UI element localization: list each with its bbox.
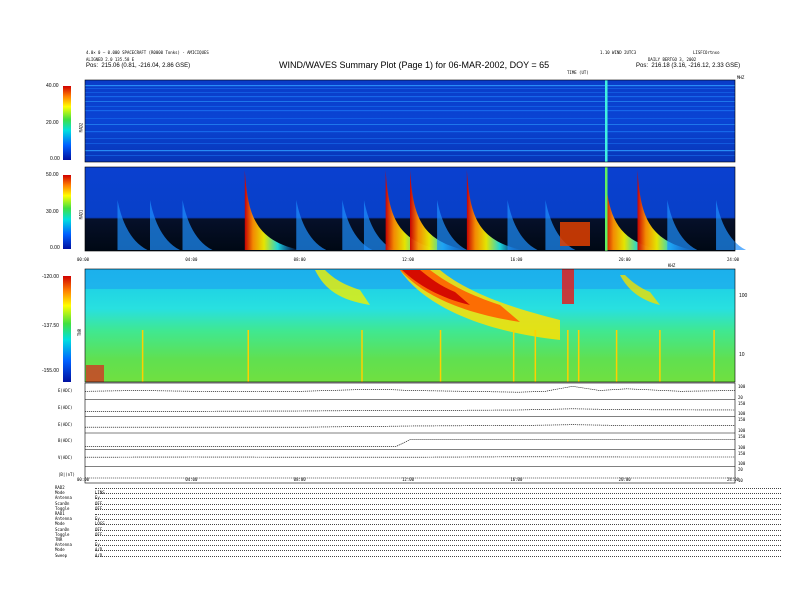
footer-dots [95,545,781,547]
footer-dots [95,519,781,521]
footer-label: Sweep [55,552,68,558]
rad2-line [85,88,735,89]
rad1-cbar-tick-top: 50.00 [46,172,59,178]
x-tick-label: 04:00 [185,257,198,262]
footer-dots [95,524,781,526]
series-right-tick: 150 [738,434,746,439]
footer-dots [95,488,781,489]
x-tick-label: 04:00 [185,477,198,482]
x-tick-label: 16:00 [510,257,523,262]
footer-dots [95,508,781,510]
rad2-line [85,155,735,156]
footer-dots [95,529,781,531]
tnr-low-burst [86,365,104,382]
series-label: E(ADC) [58,405,73,410]
series-right-tick: 150 [738,417,746,423]
rad1-noise-block [560,222,590,246]
tnr-spike [512,330,515,382]
rad2-ylabel: RAD2 [78,122,84,133]
series-right-tick: 100 [738,384,746,389]
tnr-spike [577,330,580,382]
rad2-line [85,96,735,98]
x-tick-label: 12:00 [402,257,415,262]
tnr-cbar-tick-top: -120.00 [42,274,59,280]
x-tick-label: 24:00 [727,257,740,262]
tnr-right-tick-100: 100 [739,293,748,299]
tnr-spike [659,330,661,382]
rad2-line [85,110,735,112]
tnr-spike [247,330,249,382]
tnr-colorbar [63,276,71,382]
rad2-cbar-tick-top: 40.00 [46,83,59,89]
rad2-line [85,124,735,125]
x-tick-label: 00:00 [77,257,90,262]
x-tick-label: 20:00 [618,477,631,482]
tnr-burst [562,269,574,304]
rad2-spike [605,80,608,162]
footer-dots [95,493,781,495]
rad2-line [85,106,735,107]
series-right-tick: 100 [738,461,746,467]
summary-chart [63,79,747,484]
rad1-colorbar [63,175,71,249]
rad2-line [85,118,735,119]
tnr-spike [141,330,144,382]
x-tick-label: 08:00 [293,257,306,262]
rad1-cbar-tick-bottom: 0.00 [50,245,60,251]
khz-label: KHZ [668,263,676,268]
tnr-spike [713,330,715,382]
series-right-tick: 150 [738,450,746,456]
tnr-cbar-tick-mid: -137.50 [42,323,59,329]
rad1-spike [605,167,608,251]
tnr-spike [534,330,537,382]
footer-dots [95,503,781,505]
series-right-tick: 100 [738,411,746,417]
footer-dots [95,534,781,536]
rad2-line [85,101,735,102]
tnr-ylabel: TNR [77,328,83,337]
tnr-spike [615,330,618,382]
footer-dots [95,550,781,552]
footer-row: Sweep A/D [55,552,781,558]
series-right-tick: 20 [738,394,743,400]
series-label: B(ADC) [58,438,73,444]
tnr-spike [567,330,569,382]
tnr-right-tick-10: 10 [739,352,745,358]
tnr-cbar-tick-bottom: -155.00 [42,368,59,374]
x-tick-label: 12:00 [402,477,415,482]
rad2-line [85,85,735,87]
footer-dots [95,540,781,541]
rad2-line [85,138,735,139]
rad2-line [85,131,735,133]
series-right-tick: 20 [738,467,743,473]
rad2-colorbar [63,86,71,160]
rad2-line [85,143,735,144]
x-tick-label: 20:00 [618,257,631,262]
series-label: V(ADC) [58,455,73,460]
x-tick-label: 08:00 [293,477,306,482]
series-label: |B|(nT) [58,471,75,477]
series-right-tick: 150 [738,400,746,406]
x-tick-label: 00:00 [77,477,90,482]
rad1-ylabel: RAD1 [78,209,84,220]
rad2-line [85,92,735,93]
series-right-tick: 100 [738,428,746,433]
series-label: E(ADC) [58,421,73,427]
series-label: E(ADC) [58,388,73,394]
footer-dots [95,498,781,500]
x-tick-label: 16:00 [510,477,523,482]
series-right-tick: 100 [738,444,746,450]
rad2-cbar-tick-mid: 20.00 [46,120,59,126]
footer-dots [95,555,781,557]
rad2-line [85,150,735,152]
footer-dots [95,514,781,515]
rad1-cbar-tick-mid: 30.00 [46,209,59,215]
tnr-spike [361,330,363,382]
rad2-cbar-tick-bottom: 0.00 [50,156,60,162]
tnr-spike [439,330,442,382]
x-tick-label: 24:00 [727,477,740,482]
